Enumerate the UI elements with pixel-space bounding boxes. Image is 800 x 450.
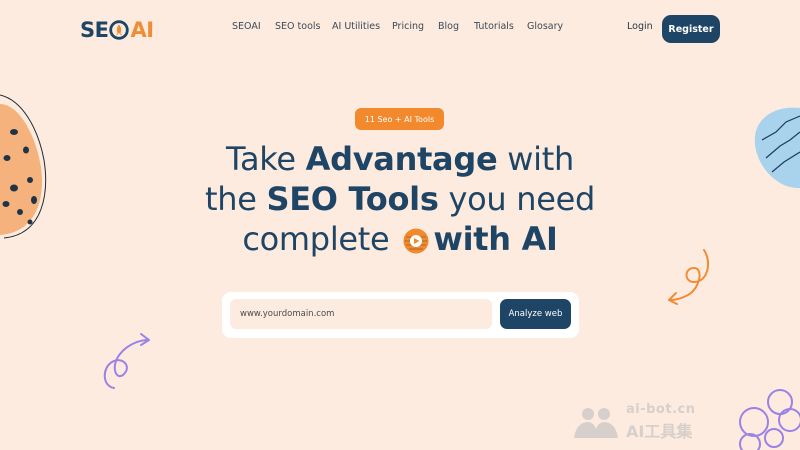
headline-emphasis: Advantage bbox=[305, 140, 498, 178]
headline-emphasis: SEO Tools bbox=[266, 180, 439, 218]
purple-loops-decoration bbox=[739, 389, 800, 450]
headline-line-2: the SEO Tools you need bbox=[205, 180, 595, 218]
logo[interactable]: SE AI bbox=[80, 16, 154, 44]
watermark-domain: ai-bot.cn bbox=[626, 402, 696, 417]
headline-text: complete bbox=[242, 220, 400, 258]
watermark-logo-icon bbox=[574, 408, 618, 438]
register-button[interactable]: Register bbox=[662, 15, 720, 43]
login-link[interactable]: Login bbox=[627, 21, 653, 32]
hero-headline: Take Advantage with the SEO Tools you ne… bbox=[130, 139, 670, 259]
headline-emphasis: with AI bbox=[433, 220, 558, 258]
play-video-icon[interactable] bbox=[403, 228, 429, 254]
tools-count-badge: 11 Seo + AI Tools bbox=[355, 108, 444, 130]
nav-link-tutorials[interactable]: Tutorials bbox=[474, 21, 514, 32]
nav-link-ai-utilities[interactable]: AI Utilities bbox=[332, 21, 380, 32]
watermark: ai-bot.cn AI工具集 bbox=[572, 398, 732, 444]
nav-link-seoai[interactable]: SEOAI bbox=[232, 21, 261, 32]
domain-search-form: Analyze web bbox=[222, 292, 579, 338]
rocket-logo-icon bbox=[109, 20, 130, 40]
headline-line-1: Take Advantage with bbox=[226, 140, 574, 178]
nav-link-pricing[interactable]: Pricing bbox=[392, 21, 424, 32]
headline-text: Take bbox=[226, 140, 306, 178]
domain-input[interactable] bbox=[230, 299, 492, 329]
headline-text: the bbox=[204, 180, 267, 218]
logo-text-suffix: AI bbox=[130, 18, 154, 42]
headline-line-3: complete with AI bbox=[242, 220, 558, 258]
nav-link-blog[interactable]: Blog bbox=[438, 21, 459, 32]
purple-swirl-arrow-decoration bbox=[103, 333, 150, 389]
watermark-title: AI工具集 bbox=[626, 422, 693, 441]
blue-blob-decoration bbox=[754, 107, 800, 188]
analyze-web-button[interactable]: Analyze web bbox=[500, 299, 571, 329]
headline-text: with bbox=[497, 140, 574, 178]
logo-text-prefix: SE bbox=[80, 18, 109, 42]
nav-link-seo-tools[interactable]: SEO tools bbox=[275, 21, 320, 32]
headline-text: you need bbox=[438, 180, 596, 218]
spotted-blob-decoration bbox=[0, 94, 47, 239]
nav-link-glosary[interactable]: Glosary bbox=[527, 21, 563, 32]
